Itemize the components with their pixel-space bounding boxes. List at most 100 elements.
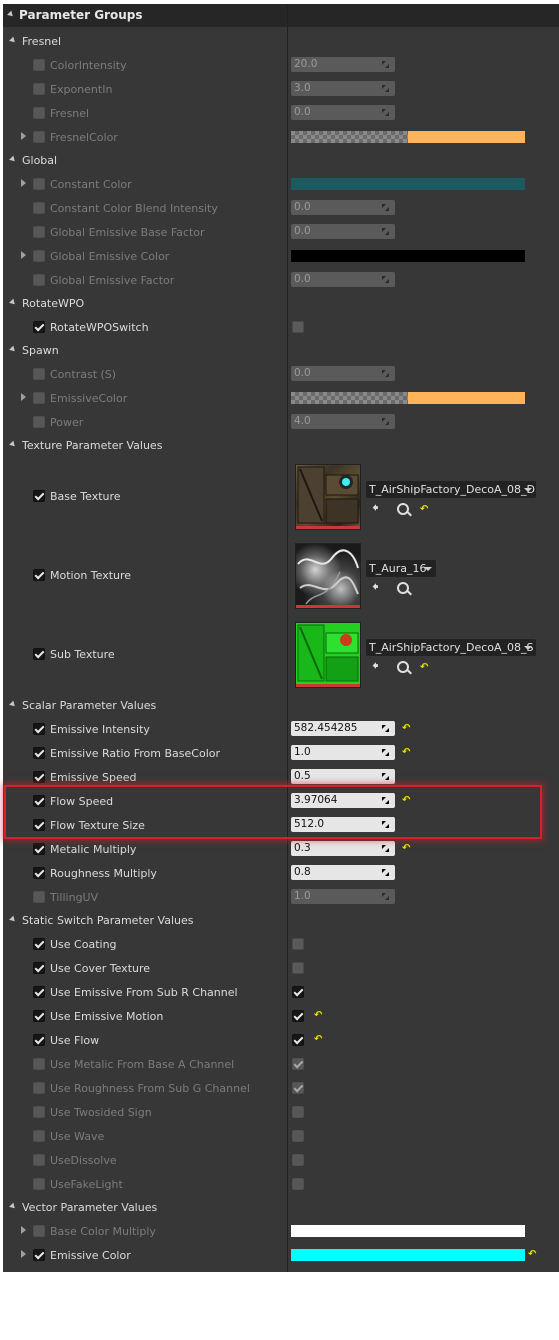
checkbox-emissive-color[interactable] [33, 1249, 45, 1261]
checkbox-spawn-emissive-color[interactable] [33, 392, 45, 404]
checkbox-tilling-uv[interactable] [33, 891, 45, 903]
checkbox-constant-color[interactable] [33, 178, 45, 190]
value-color-intensity[interactable]: 20.0 [291, 57, 395, 72]
drag-handle-icon[interactable] [381, 724, 390, 733]
checkbox-emissive-ratio[interactable] [33, 747, 45, 759]
switch-value-use-emissive-sub-r[interactable] [292, 986, 304, 998]
checkbox-emissive-speed[interactable] [33, 771, 45, 783]
checkbox-emissive-intensity[interactable] [33, 723, 45, 735]
expand-arrow-icon[interactable] [21, 179, 26, 187]
switch-value-rotatewpo[interactable] [292, 321, 304, 333]
asset-picker-motion[interactable]: T_Aura_16 [366, 560, 436, 577]
switch-value-use-fake-light[interactable] [292, 1178, 304, 1190]
drag-handle-icon[interactable] [381, 275, 390, 284]
search-icon[interactable] [397, 661, 409, 673]
color-swatch-base-color-multiply[interactable] [291, 1225, 525, 1237]
drag-handle-icon[interactable] [381, 108, 390, 117]
value-emissive-factor[interactable]: 0.0 [291, 272, 395, 287]
column-divider[interactable] [287, 4, 288, 1272]
value-emissive-speed[interactable]: 0.5 [291, 769, 395, 784]
checkbox-use-dissolve[interactable] [33, 1154, 45, 1166]
search-icon[interactable] [397, 582, 409, 594]
checkbox-blend-intensity[interactable] [33, 202, 45, 214]
checkbox-use-coating[interactable] [33, 938, 45, 950]
reset-to-default-icon[interactable]: ↶ [420, 662, 428, 673]
checkbox-base-color-multiply[interactable] [33, 1225, 45, 1237]
drag-handle-icon[interactable] [381, 84, 390, 93]
category-textures[interactable]: Texture Parameter Values [22, 439, 162, 452]
checkbox-fresnel[interactable] [33, 107, 45, 119]
texture-thumbnail-sub[interactable] [295, 622, 361, 688]
collapse-arrow-icon[interactable] [9, 440, 17, 449]
category-switches[interactable]: Static Switch Parameter Values [22, 914, 193, 927]
value-roughness-multiply[interactable]: 0.8 [291, 865, 395, 880]
color-swatch-constant-color[interactable] [291, 178, 525, 190]
checkbox-use-twosided-sign[interactable] [33, 1106, 45, 1118]
checkbox-exponent-in[interactable] [33, 83, 45, 95]
switch-value-use-coating[interactable] [292, 938, 304, 950]
checkbox-contrast[interactable] [33, 368, 45, 380]
checkbox-emissive-factor[interactable] [33, 274, 45, 286]
switch-value-use-twosided-sign[interactable] [292, 1106, 304, 1118]
collapse-arrow-icon[interactable] [9, 700, 17, 709]
color-swatch-global-emissive-color[interactable] [291, 250, 525, 262]
drag-handle-icon[interactable] [381, 748, 390, 757]
category-global[interactable]: Global [22, 154, 57, 167]
category-spawn[interactable]: Spawn [22, 344, 59, 357]
value-fresnel[interactable]: 0.0 [291, 105, 395, 120]
checkbox-use-cover-texture[interactable] [33, 962, 45, 974]
checkbox-power[interactable] [33, 416, 45, 428]
asset-picker-base[interactable]: T_AirShipFactory_DecoA_08_D [366, 481, 536, 498]
checkbox-use-emissive-sub-r[interactable] [33, 986, 45, 998]
reset-to-default-icon[interactable]: ↶ [402, 723, 410, 734]
texture-thumbnail-base[interactable] [295, 464, 361, 530]
color-swatch-emissive-color[interactable] [291, 1249, 525, 1261]
reset-to-default-icon[interactable]: ↶ [402, 843, 410, 854]
checkbox-roughness-multiply[interactable] [33, 867, 45, 879]
drag-handle-icon[interactable] [381, 227, 390, 236]
reset-to-default-icon[interactable]: ↶ [402, 747, 410, 758]
checkbox-sub-texture[interactable] [33, 648, 45, 660]
value-emissive-ratio[interactable]: 1.0 [291, 745, 395, 760]
texture-thumbnail-motion[interactable] [295, 543, 361, 609]
drag-handle-icon[interactable] [381, 772, 390, 781]
switch-value-use-wave[interactable] [292, 1130, 304, 1142]
switch-value-use-metalic-base-a[interactable] [292, 1058, 304, 1070]
collapse-arrow-icon[interactable] [9, 155, 17, 164]
checkbox-metalic-multiply[interactable] [33, 843, 45, 855]
value-exponent-in[interactable]: 3.0 [291, 81, 395, 96]
value-power[interactable]: 4.0 [291, 414, 395, 429]
browse-arrow-icon[interactable]: 🠸 [372, 660, 379, 673]
collapse-arrow-icon[interactable] [7, 10, 15, 19]
checkbox-global-emissive-color[interactable] [33, 250, 45, 262]
expand-arrow-icon[interactable] [21, 393, 26, 401]
reset-to-default-icon[interactable]: ↶ [420, 504, 428, 515]
checkbox-rotatewpo-switch[interactable] [33, 321, 45, 333]
drag-handle-icon[interactable] [381, 417, 390, 426]
expand-arrow-icon[interactable] [21, 251, 26, 259]
value-emissive-intensity[interactable]: 582.454285 [291, 721, 395, 736]
expand-arrow-icon[interactable] [21, 1226, 26, 1234]
value-blend-intensity[interactable]: 0.0 [291, 200, 395, 215]
collapse-arrow-icon[interactable] [9, 915, 17, 924]
collapse-arrow-icon[interactable] [9, 1202, 17, 1211]
checkbox-emissive-base-factor[interactable] [33, 226, 45, 238]
switch-value-use-emissive-motion[interactable] [292, 1010, 304, 1022]
checkbox-base-texture[interactable] [33, 490, 45, 502]
checkbox-use-flow[interactable] [33, 1034, 45, 1046]
checkbox-color-intensity[interactable] [33, 59, 45, 71]
checkbox-motion-texture[interactable] [33, 569, 45, 581]
checkbox-use-fake-light[interactable] [33, 1178, 45, 1190]
category-vectors[interactable]: Vector Parameter Values [22, 1201, 157, 1214]
browse-arrow-icon[interactable]: 🠸 [372, 502, 379, 515]
drag-handle-icon[interactable] [381, 369, 390, 378]
expand-arrow-icon[interactable] [21, 132, 26, 140]
color-swatch-spawn-emissive[interactable] [291, 392, 525, 404]
collapse-arrow-icon[interactable] [9, 298, 17, 307]
reset-to-default-icon[interactable]: ↶ [528, 1249, 536, 1260]
value-contrast[interactable]: 0.0 [291, 366, 395, 381]
category-rotatewpo[interactable]: RotateWPO [22, 297, 84, 310]
switch-value-use-cover-texture[interactable] [292, 962, 304, 974]
drag-handle-icon[interactable] [381, 203, 390, 212]
checkbox-use-roughness-sub-g[interactable] [33, 1082, 45, 1094]
